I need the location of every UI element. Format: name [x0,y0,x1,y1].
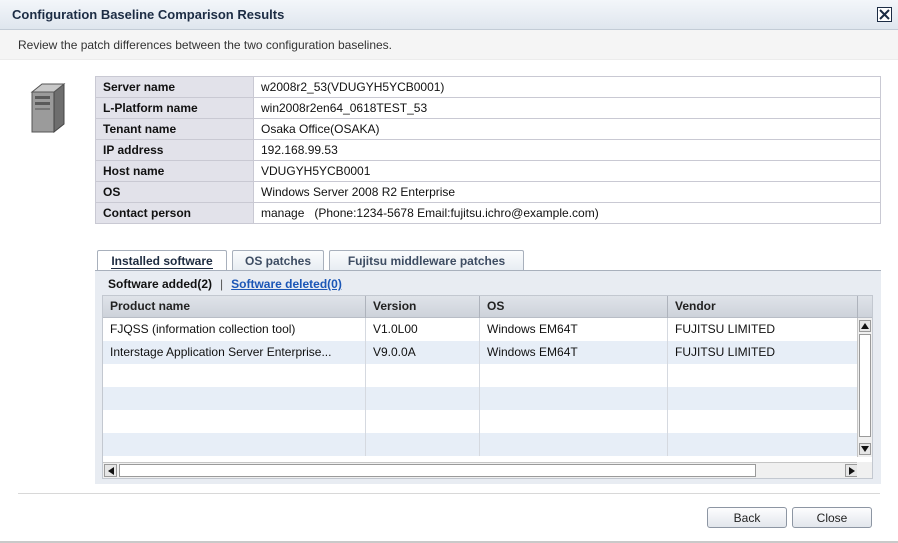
empty-cell [103,387,366,410]
server-info-table: Server name w2008r2_53(VDUGYH5YCB0001) L-P… [95,76,881,224]
scroll-left-icon[interactable] [104,464,117,477]
empty-cell [668,410,859,433]
empty-cell [480,433,668,456]
scroll-up-icon[interactable] [859,320,871,332]
tab-os-patches[interactable]: OS patches [232,250,324,271]
table-row[interactable]: Interstage Application Server Enterprise… [103,341,859,364]
cell-product-name: FJQSS (information collection tool) [103,318,366,341]
empty-row [103,387,859,410]
close-icon[interactable] [877,7,892,22]
info-value: VDUGYH5YCB0001 [253,160,881,182]
empty-cell [103,433,366,456]
subtab-software-added[interactable]: Software added(2) [108,277,212,291]
info-value: Osaka Office(OSAKA) [253,118,881,140]
subtab-separator: | [220,277,224,291]
grid-header: Product name Version OS Vendor [103,296,872,318]
cell-vendor: FUJITSU LIMITED [668,318,859,341]
back-button[interactable]: Back [707,507,787,528]
column-header-vendor[interactable]: Vendor [668,296,858,318]
grid-body: FJQSS (information collection tool) V1.0… [103,318,859,456]
empty-cell [480,410,668,433]
subtab-software-deleted[interactable]: Software deleted(0) [231,277,342,291]
scrollbar-corner [857,462,872,478]
horizontal-scrollbar[interactable] [103,462,859,478]
info-row: IP address 192.168.99.53 [95,139,881,161]
cell-os: Windows EM64T [480,318,668,341]
empty-row [103,433,859,456]
info-value: win2008r2en64_0618TEST_53 [253,97,881,119]
info-row: OS Windows Server 2008 R2 Enterprise [95,181,881,203]
tab-label: Fujitsu middleware patches [347,254,506,268]
empty-cell [668,387,859,410]
subtab-bar: Software added(2) | Software deleted(0) [108,277,342,291]
cell-version: V1.0L00 [366,318,480,341]
info-value: Windows Server 2008 R2 Enterprise [253,181,881,203]
info-label: Host name [95,160,254,182]
info-row: L-Platform name win2008r2en64_0618TEST_53 [95,97,881,119]
info-row: Tenant name Osaka Office(OSAKA) [95,118,881,140]
cell-os: Windows EM64T [480,341,668,364]
column-header-version[interactable]: Version [366,296,480,318]
horizontal-scroll-thumb[interactable] [119,464,756,477]
empty-row [103,410,859,433]
column-header-os[interactable]: OS [480,296,668,318]
empty-cell [480,364,668,387]
empty-row [103,364,859,387]
info-row: Contact person manage (Phone:1234-5678 Em… [95,202,881,224]
info-label: Tenant name [95,118,254,140]
empty-cell [103,410,366,433]
info-value: 192.168.99.53 [253,139,881,161]
info-value: w2008r2_53(VDUGYH5YCB0001) [253,76,881,98]
empty-cell [103,364,366,387]
info-row: Server name w2008r2_53(VDUGYH5YCB0001) [95,76,881,98]
cell-version: V9.0.0A [366,341,480,364]
info-label: Server name [95,76,254,98]
info-label: Contact person [95,202,254,224]
tab-label: Installed software [111,254,213,269]
dialog-description-bar: Review the patch differences between the… [0,30,898,60]
dialog-description: Review the patch differences between the… [18,38,393,52]
empty-cell [366,364,480,387]
info-row: Host name VDUGYH5YCB0001 [95,160,881,182]
footer-divider [18,493,880,494]
empty-cell [480,387,668,410]
tab-panel: Software added(2) | Software deleted(0) Pr… [95,271,881,484]
table-row[interactable]: FJQSS (information collection tool) V1.0… [103,318,859,341]
empty-cell [366,410,480,433]
dialog-title: Configuration Baseline Comparison Result… [12,7,285,22]
vertical-scrollbar[interactable] [857,318,872,457]
vertical-scroll-thumb[interactable] [859,334,871,437]
info-label: L-Platform name [95,97,254,119]
empty-cell [668,364,859,387]
cell-vendor: FUJITSU LIMITED [668,341,859,364]
tab-label: OS patches [244,254,312,268]
scroll-down-icon[interactable] [859,443,871,455]
info-label: OS [95,181,254,203]
empty-cell [366,387,480,410]
tab-fujitsu-middleware-patches[interactable]: Fujitsu middleware patches [329,250,524,271]
cell-product-name: Interstage Application Server Enterprise… [103,341,366,364]
empty-cell [668,433,859,456]
software-grid: Product name Version OS Vendor FJQSS (in… [102,295,873,479]
empty-cell [366,433,480,456]
info-label: IP address [95,139,254,161]
info-value: manage (Phone:1234-5678 Email:fujitsu.ic… [253,202,881,224]
dialog-titlebar: Configuration Baseline Comparison Result… [0,0,898,30]
close-button[interactable]: Close [792,507,872,528]
tab-installed-software[interactable]: Installed software [97,250,227,272]
server-icon [28,82,68,136]
column-header-product-name[interactable]: Product name [103,296,366,318]
